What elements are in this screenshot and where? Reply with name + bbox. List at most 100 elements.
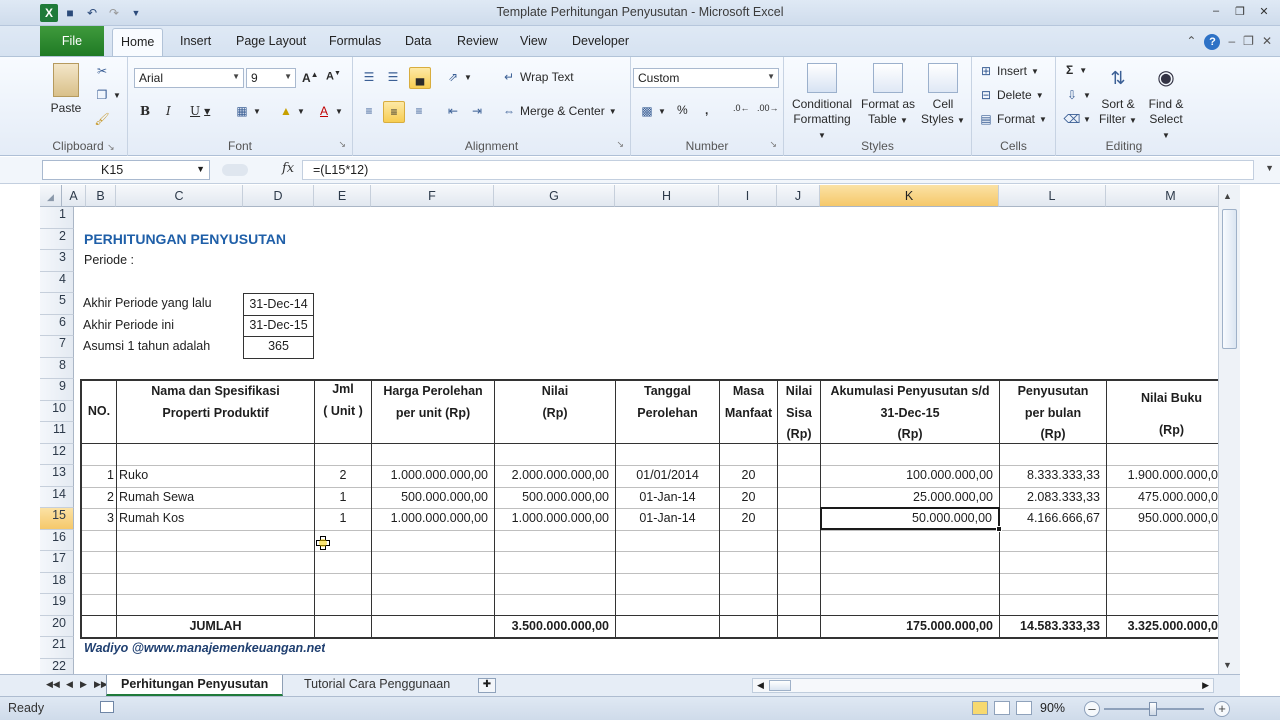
column-header-f[interactable]: F [371, 185, 494, 207]
cell-nama[interactable]: Rumah Kos [117, 508, 314, 530]
column-header-a[interactable]: A [62, 185, 86, 207]
sheet-tab-perhitungan[interactable]: Perhitungan Penyusutan [106, 675, 284, 696]
formula-bar-splitter[interactable] [222, 164, 248, 176]
top-align-button[interactable]: ☰ [361, 69, 380, 85]
name-box[interactable]: K15 ▼ [42, 160, 210, 180]
fill-color-button[interactable]: ▲ ▼ [278, 103, 305, 119]
cell-tanggal[interactable]: 01-Jan-14 [616, 487, 719, 509]
scroll-up-icon[interactable]: ▲ [1223, 191, 1232, 201]
zoom-level[interactable]: 90% [1040, 701, 1065, 715]
row-header[interactable]: 4 [40, 271, 74, 293]
font-size-combo[interactable]: 9 ▼ [246, 68, 296, 88]
number-format-combo[interactable]: Custom ▼ [633, 68, 779, 88]
select-all-corner[interactable]: ◢ [40, 185, 62, 207]
insert-cells-button[interactable]: ⊞ Insert ▼ [978, 63, 1039, 79]
column-header-m[interactable]: M [1106, 185, 1218, 207]
cell-nilai[interactable]: 500.000.000,00 [495, 487, 615, 509]
workbook-minimize-icon[interactable]: – [1228, 34, 1235, 50]
cell-styles-button[interactable]: Cell Styles ▼ [920, 63, 966, 128]
row-header[interactable]: 5 [40, 293, 74, 315]
cell-nilai-buku[interactable]: 475.000.000,0 [1107, 487, 1218, 509]
underline-button[interactable]: U ▼ [190, 104, 210, 118]
comma-button[interactable]: , [705, 103, 708, 117]
worksheet-grid[interactable]: ◢ A B C D E F G H I J K L M 1 2 3 4 5 6 … [0, 185, 1218, 674]
vertical-scrollbar[interactable]: ▲ ▼ [1218, 185, 1240, 674]
bold-button[interactable]: B [140, 104, 150, 118]
row-header[interactable]: 18 [40, 572, 74, 594]
row-header[interactable]: 20 [40, 615, 74, 637]
scroll-left-icon[interactable]: ◀ [757, 680, 764, 691]
vertical-scroll-thumb[interactable] [1222, 209, 1237, 349]
column-header-j[interactable]: J [777, 185, 820, 207]
row-header[interactable]: 6 [40, 314, 74, 336]
first-sheet-icon[interactable]: ◀◀ [46, 679, 60, 690]
horizontal-scroll-thumb[interactable] [769, 680, 791, 691]
row-header[interactable]: 17 [40, 551, 74, 573]
name-box-dropdown-icon[interactable]: ▼ [196, 164, 205, 174]
total-akumulasi[interactable]: 175.000.000,00 [821, 616, 999, 638]
increase-decimal-button[interactable]: .0← [733, 103, 750, 113]
align-right-button[interactable]: ≡ [411, 103, 430, 119]
column-header-c[interactable]: C [116, 185, 243, 207]
minimize-icon[interactable]: – [1208, 3, 1224, 19]
grow-font-button[interactable]: A▲ [302, 70, 319, 85]
align-left-button[interactable]: ≡ [361, 103, 380, 119]
column-header-e[interactable]: E [314, 185, 371, 207]
format-cells-button[interactable]: ▤ Format ▼ [978, 111, 1047, 127]
cell-nama[interactable]: Ruko [117, 465, 314, 487]
tab-home[interactable]: Home [112, 28, 164, 56]
horizontal-scrollbar[interactable]: ◀ ▶ [752, 678, 1214, 693]
cell-nilai-buku[interactable]: 1.900.000.000,0 [1107, 465, 1218, 487]
scroll-right-icon[interactable]: ▶ [1202, 680, 1209, 691]
row-header[interactable]: 10 [40, 400, 74, 422]
column-header-b[interactable]: B [86, 185, 116, 207]
param-value-cell[interactable]: 31-Dec-14 [243, 293, 314, 316]
row-header[interactable]: 9 [40, 379, 74, 401]
increase-indent-button[interactable]: ⇥ [469, 103, 488, 119]
workbook-restore-icon[interactable]: ❐ [1243, 34, 1254, 50]
cell-masa[interactable]: 20 [720, 487, 777, 509]
font-color-button[interactable]: A ▼ [316, 103, 343, 119]
cell-nilai[interactable]: 1.000.000.000,00 [495, 508, 615, 530]
param-value-cell[interactable]: 365 [243, 336, 314, 359]
cell-harga[interactable]: 1.000.000.000,00 [372, 465, 494, 487]
cell-jml[interactable]: 1 [315, 508, 371, 530]
italic-button[interactable]: I [166, 104, 171, 118]
column-header-d[interactable]: D [243, 185, 314, 207]
help-icon[interactable]: ? [1204, 34, 1221, 50]
cell-tanggal[interactable]: 01/01/2014 [616, 465, 719, 487]
macro-record-icon[interactable] [100, 701, 114, 713]
tab-data[interactable]: Data [405, 34, 431, 48]
cell-no[interactable]: 2 [82, 487, 116, 509]
tab-view[interactable]: View [520, 34, 547, 48]
cell-no[interactable]: 3 [82, 508, 116, 530]
sort-filter-button[interactable]: ⇅ Sort & Filter ▼ [1096, 63, 1140, 128]
tab-page-layout[interactable]: Page Layout [236, 34, 306, 48]
close-icon[interactable]: ✕ [1256, 3, 1272, 19]
total-nilai[interactable]: 3.500.000.000,00 [495, 616, 615, 638]
cell-penyusutan[interactable]: 8.333.333,33 [1000, 465, 1106, 487]
scroll-down-icon[interactable]: ▼ [1223, 660, 1232, 670]
row-header[interactable]: 11 [40, 422, 74, 444]
cell-harga[interactable]: 500.000.000,00 [372, 487, 494, 509]
cell-harga[interactable]: 1.000.000.000,00 [372, 508, 494, 530]
cell-penyusutan[interactable]: 4.166.666,67 [1000, 508, 1106, 530]
cell-masa[interactable]: 20 [720, 508, 777, 530]
middle-align-button[interactable]: ☰ [385, 69, 404, 85]
param-value-cell[interactable]: 31-Dec-15 [243, 314, 314, 337]
accounting-format-button[interactable]: ▩ ▼ [639, 103, 666, 119]
clear-button[interactable]: ⌫ ▼ [1064, 111, 1091, 127]
restore-icon[interactable]: ❐ [1232, 3, 1248, 19]
row-header[interactable]: 22 [40, 658, 74, 674]
zoom-slider-thumb[interactable] [1149, 702, 1157, 716]
cut-button[interactable]: ✂ [94, 63, 113, 79]
decrease-decimal-button[interactable]: .00→ [757, 103, 779, 113]
column-header-k[interactable]: K [820, 185, 999, 207]
align-center-button[interactable]: ≡ [383, 101, 405, 123]
row-header[interactable]: 2 [40, 228, 74, 250]
prev-sheet-icon[interactable]: ◀ [66, 679, 73, 690]
cell-nilai-buku[interactable]: 950.000.000,0 [1107, 508, 1218, 530]
insert-function-icon[interactable]: fx [282, 161, 294, 176]
expand-formula-bar-icon[interactable]: ▼ [1265, 163, 1274, 173]
shrink-font-button[interactable]: A▼ [326, 70, 341, 83]
